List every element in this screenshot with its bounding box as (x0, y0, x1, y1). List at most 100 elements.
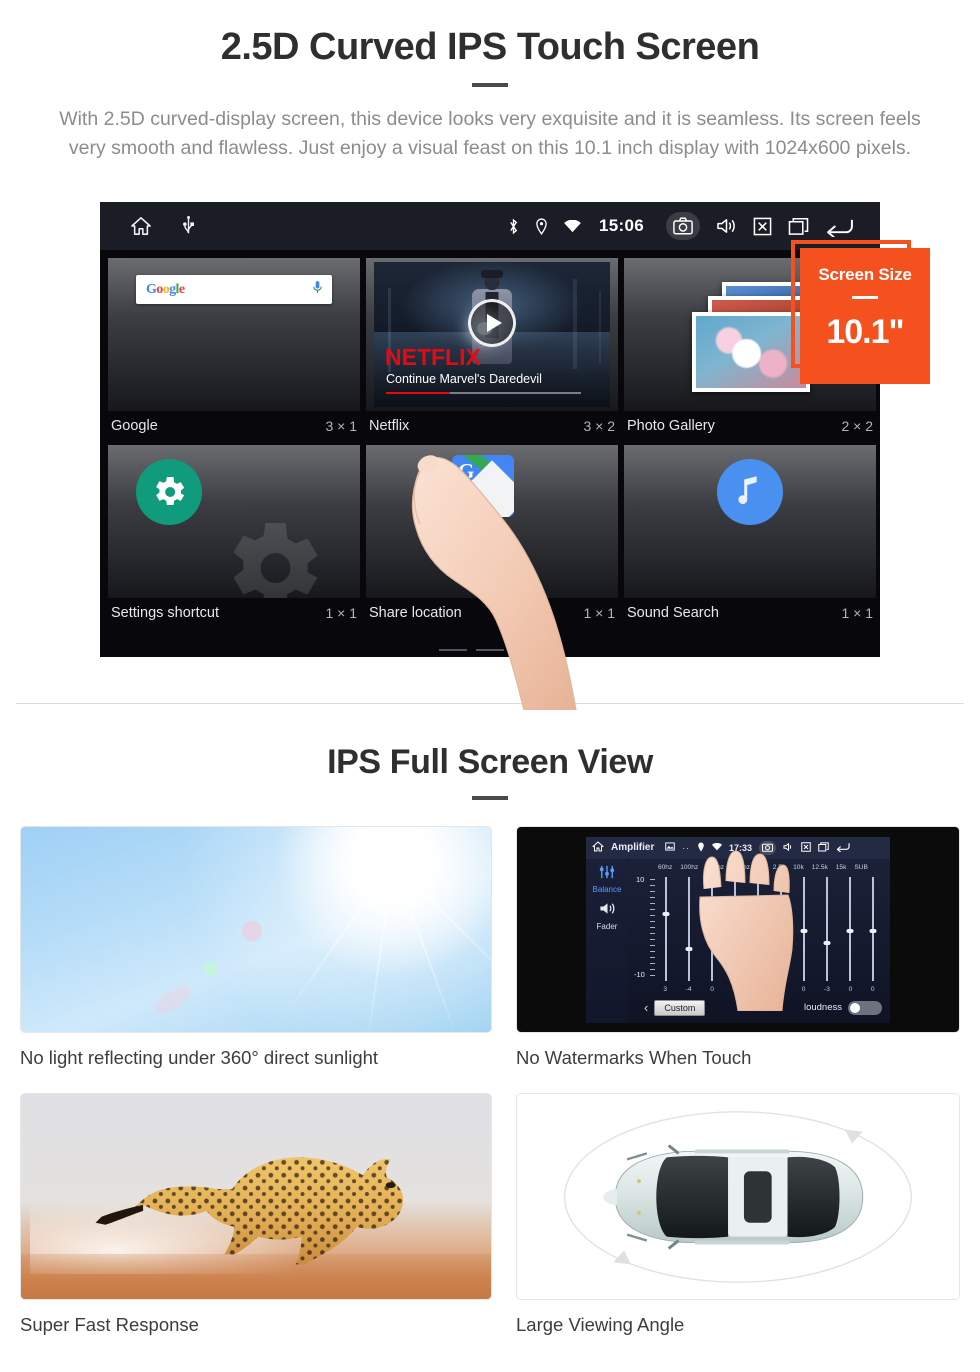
screen-size-badge: Screen Size 10.1" (800, 248, 930, 384)
status-time: 15:06 (599, 216, 644, 235)
google-search-widget[interactable]: Google (136, 275, 332, 304)
sidebar-item-balance[interactable]: Balance (586, 885, 628, 894)
band-label: 60hz (657, 863, 673, 871)
band-value: 0 (870, 985, 875, 993)
band-value: 0 (801, 985, 806, 993)
widget-item-google[interactable]: Google Google 3 × 1 (108, 258, 360, 441)
card-caption: No Watermarks When Touch (516, 1047, 752, 1068)
recents-icon[interactable] (788, 217, 809, 236)
scale-max: 10 (636, 874, 645, 884)
widget-preview[interactable] (108, 445, 360, 598)
amplifier-title: Amplifier (611, 842, 655, 853)
sunlight-photo (20, 826, 492, 1033)
feature-card-viewing-angle: Large Viewing Angle (516, 1093, 960, 1336)
microphone-icon[interactable] (312, 280, 323, 300)
volume-icon[interactable] (716, 217, 737, 235)
widget-label: Netflix (369, 418, 410, 434)
netflix-tagline: Continue Marvel's Daredevil (386, 372, 542, 386)
camera-icon[interactable] (666, 212, 700, 240)
widget-item-share-location[interactable]: G Share location 1 × 1 (366, 445, 618, 628)
back-icon[interactable] (825, 216, 854, 237)
progress-bar (386, 391, 581, 394)
widget-label: Share location (369, 605, 462, 621)
curved-screen-section: 2.5D Curved IPS Touch Screen With 2.5D c… (0, 0, 980, 710)
car-top-view-diagram (516, 1093, 960, 1300)
close-icon[interactable] (753, 217, 772, 236)
widget-item-netflix[interactable]: NETFLIX Continue Marvel's Daredevil Netf… (366, 258, 618, 441)
badge-divider (852, 296, 878, 299)
widget-preview[interactable]: Google (108, 258, 360, 411)
page-title: 2.5D Curved IPS Touch Screen (220, 26, 760, 68)
amplifier-sidebar: Balance Fader (586, 858, 628, 1023)
page-dot[interactable] (476, 648, 504, 651)
scale-min: -10 (634, 969, 645, 979)
band-slider[interactable] (799, 876, 808, 981)
netflix-brand: NETFLIX (385, 344, 481, 370)
wifi-icon[interactable] (564, 219, 581, 233)
widget-size: 3 × 1 (325, 418, 357, 434)
netflix-widget[interactable]: NETFLIX Continue Marvel's Daredevil (374, 262, 610, 407)
recents-icon[interactable] (818, 841, 829, 854)
home-icon[interactable] (130, 216, 152, 236)
music-note-icon[interactable] (717, 459, 783, 525)
widget-label: Sound Search (627, 605, 719, 621)
band-slider[interactable] (868, 876, 877, 981)
band-value: 3 (663, 985, 667, 993)
band-label: SUB (854, 863, 868, 871)
page-dot-active[interactable] (513, 648, 541, 651)
band-slider[interactable] (822, 876, 831, 981)
widget-preview[interactable] (624, 445, 876, 598)
widget-size: 1 × 1 (325, 605, 357, 621)
device-screen: 15:06 Google Google 3 × 1 NETFLIX Contin… (100, 202, 880, 657)
home-icon[interactable] (592, 841, 604, 854)
chevron-left-icon[interactable]: ‹ (644, 1000, 648, 1015)
amplifier-ui: Amplifier ·· 17:33 Balance Fader 60hz 10… (586, 836, 890, 1023)
band-slider[interactable] (661, 876, 670, 981)
google-maps-icon[interactable]: G (452, 455, 514, 517)
status-bar: 15:06 (100, 202, 880, 250)
feature-card-sunlight: No light reflecting under 360° direct su… (20, 826, 492, 1069)
page-dot[interactable] (439, 648, 467, 651)
close-icon[interactable] (801, 841, 811, 854)
band-slider[interactable] (845, 876, 854, 981)
back-icon[interactable] (836, 841, 850, 854)
widget-label: Google (111, 418, 158, 434)
widget-label: Photo Gallery (627, 418, 715, 434)
bluetooth-icon[interactable] (508, 218, 519, 235)
gallery-icon[interactable] (665, 842, 676, 853)
gear-icon[interactable] (136, 459, 202, 525)
google-logo: Google (146, 281, 185, 297)
card-caption: No light reflecting under 360° direct su… (20, 1047, 379, 1068)
loudness-toggle[interactable] (848, 1000, 882, 1015)
badge-value: 10.1" (826, 313, 904, 351)
widget-size: 1 × 1 (841, 605, 873, 621)
usb-icon[interactable] (182, 216, 195, 236)
usb-icon[interactable]: ·· (682, 843, 690, 853)
amplifier-screenshot: Amplifier ·· 17:33 Balance Fader 60hz 10… (516, 826, 960, 1033)
widget-size: 2 × 2 (841, 418, 873, 434)
sliders-icon[interactable] (586, 865, 628, 884)
gear-icon-watermark (233, 523, 318, 598)
widget-item-settings-shortcut[interactable]: Settings shortcut 1 × 1 (108, 445, 360, 628)
widget-preview[interactable]: G (366, 445, 618, 598)
page-subtitle: With 2.5D curved-display screen, this de… (59, 107, 921, 160)
car-orbit-diagram (563, 1111, 913, 1283)
speaker-icon[interactable] (586, 901, 628, 921)
play-icon[interactable] (468, 298, 516, 347)
title-underline-accent (472, 82, 508, 87)
section2-title: IPS Full Screen View (327, 743, 653, 781)
cheetah-silhouette (95, 1157, 404, 1265)
location-icon[interactable] (535, 217, 548, 235)
cheetah-photo (20, 1093, 492, 1300)
sidebar-item-fader[interactable]: Fader (586, 922, 628, 931)
widget-label: Settings shortcut (111, 605, 219, 621)
widget-item-sound-search[interactable]: Sound Search 1 × 1 (624, 445, 876, 628)
badge-label: Screen Size (818, 265, 912, 284)
full-screen-view-section: IPS Full Screen View No light reflecting… (0, 703, 980, 1336)
feature-card-response: Super Fast Response (20, 1093, 492, 1336)
widget-size: 3 × 2 (583, 418, 615, 434)
page-indicator[interactable] (439, 648, 541, 651)
card-caption: Large Viewing Angle (516, 1314, 685, 1335)
feature-card-amplifier: Amplifier ·· 17:33 Balance Fader 60hz 10… (516, 826, 960, 1069)
widget-preview[interactable]: NETFLIX Continue Marvel's Daredevil (366, 258, 618, 411)
